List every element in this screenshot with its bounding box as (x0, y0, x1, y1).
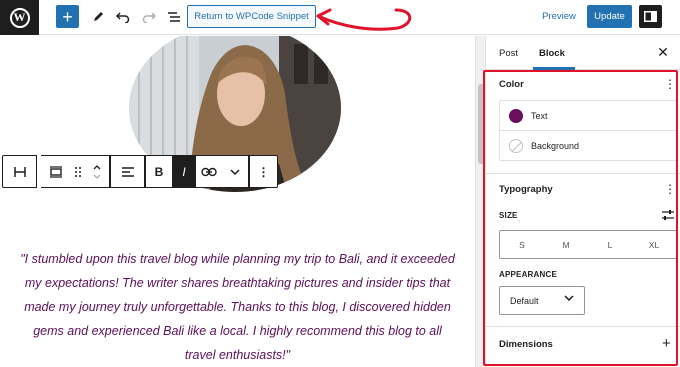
sidebar-tabs: Post Block ✕ (486, 36, 680, 70)
text-color-label: Text (531, 110, 548, 121)
text-color-swatch-icon (509, 108, 523, 123)
scrollbar-thumb[interactable] (478, 84, 484, 164)
appearance-select[interactable]: Default (499, 286, 585, 315)
add-block-button[interactable]: + (56, 5, 79, 28)
font-size-option[interactable]: L (588, 231, 632, 258)
section-divider (486, 173, 680, 174)
wordpress-logo-icon[interactable]: W (0, 0, 39, 35)
redo-icon[interactable] (138, 5, 160, 28)
appearance-label: APPEARANCE (499, 270, 558, 279)
font-size-picker: S M L XL (499, 230, 677, 259)
background-color-swatch-icon (509, 139, 523, 153)
document-overview-icon[interactable] (163, 5, 185, 28)
undo-icon[interactable] (112, 5, 134, 28)
dimensions-panel-title: Dimensions (499, 339, 553, 350)
section-divider (486, 326, 680, 327)
block-move-group (41, 155, 110, 188)
size-label: SIZE (499, 211, 518, 220)
appearance-select-value: Default (510, 295, 539, 306)
editor-top-toolbar: W + Return to WPCode Snippet Preview Upd… (0, 0, 680, 35)
settings-sidebar-toggle-icon[interactable] (639, 5, 662, 28)
format-group: B I (145, 155, 249, 188)
update-button[interactable]: Update (587, 5, 632, 28)
canvas-scrollbar[interactable] (475, 36, 485, 367)
tab-post[interactable]: Post (499, 36, 518, 70)
font-size-option[interactable]: S (500, 231, 544, 258)
color-options-kebab-icon[interactable]: ⋮ (664, 77, 676, 91)
return-to-wpcode-button[interactable]: Return to WPCode Snippet (187, 5, 316, 28)
quote-line: "I stumbled upon this travel blog while … (20, 252, 455, 266)
block-transform-icon[interactable] (3, 156, 36, 187)
link-icon[interactable] (196, 156, 222, 187)
font-size-option[interactable]: XL (632, 231, 676, 258)
settings-sidebar: Post Block ✕ Color ⋮ Text Background Typ… (485, 36, 680, 367)
quote-line: gems and experienced Bali like a local. … (33, 324, 442, 338)
typography-panel-title: Typography (499, 184, 553, 195)
font-size-option[interactable]: M (544, 231, 588, 258)
text-color-option[interactable]: Text (500, 101, 676, 131)
italic-button[interactable]: I (172, 156, 196, 187)
quote-line: travel enthusiasts!" (184, 348, 291, 362)
background-color-option[interactable]: Background (500, 131, 676, 161)
color-settings-box: Text Background (499, 100, 677, 161)
bold-button[interactable]: B (146, 156, 172, 187)
background-color-label: Background (531, 141, 580, 151)
alignment-group (110, 155, 145, 188)
tab-block[interactable]: Block (533, 36, 575, 70)
move-up-down-icon[interactable] (85, 156, 109, 187)
block-options-kebab-icon[interactable]: ⋮ (250, 156, 277, 187)
add-dimensions-plus-icon[interactable]: + (662, 336, 671, 351)
custom-size-sliders-icon[interactable] (661, 208, 675, 220)
color-panel-title: Color (499, 79, 524, 90)
quote-line: my expectations! The writer shares breat… (24, 276, 451, 290)
editor-canvas: B I ⋮ "I stumbled upon this travel blog … (0, 36, 475, 367)
more-rich-text-chevron-down-icon[interactable] (222, 156, 248, 187)
chevron-down-icon (564, 295, 574, 301)
preview-button[interactable]: Preview (537, 5, 581, 28)
quote-line: made my journey truly unforgettable. Tha… (24, 300, 451, 314)
align-text-icon[interactable] (111, 156, 144, 187)
typography-options-kebab-icon[interactable]: ⋮ (664, 182, 676, 196)
options-group: ⋮ (249, 155, 278, 188)
drag-handle-icon[interactable] (71, 156, 85, 187)
block-toolbar: B I ⋮ (2, 155, 278, 188)
close-icon[interactable]: ✕ (656, 44, 670, 60)
block-type-group (2, 155, 37, 188)
testimonial-quote[interactable]: "I stumbled upon this travel blog while … (0, 247, 475, 367)
group-block-icon[interactable] (41, 156, 71, 187)
pencil-tools-icon[interactable] (87, 5, 109, 28)
